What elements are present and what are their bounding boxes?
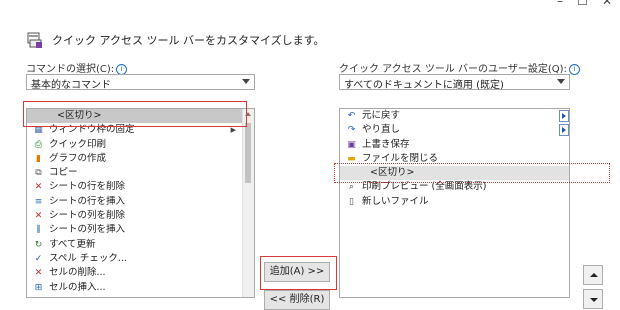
info-icon[interactable]: i [568, 64, 580, 75]
window-controls: – ☐ ✕ [557, 0, 620, 8]
delete-column-icon: ✕ [34, 211, 43, 222]
list-item[interactable]: ⊞ セルの挿入... [27, 281, 254, 295]
scrollbar[interactable] [242, 109, 254, 297]
list-item[interactable]: ↷ やり直し [340, 123, 569, 137]
list-item-label: スペル チェック... [49, 252, 127, 264]
chevron-right-icon[interactable] [559, 124, 569, 137]
list-item[interactable]: ⫼ シートの列を挿入 [27, 223, 254, 237]
list-item-label: クイック印刷 [49, 138, 107, 150]
list-item[interactable]: ≡ シートの行を挿入 [27, 195, 254, 209]
list-item-label: シートの行を削除 [49, 181, 126, 193]
customize-toolbar-icon [26, 31, 44, 49]
dropdown-value: すべてのドキュメントに適用 (既定) [344, 80, 504, 91]
refresh-all-icon: ↻ [34, 239, 43, 250]
chart-icon: ▮ [36, 153, 41, 164]
list-item[interactable]: ⎙ クイック印刷 [27, 138, 254, 152]
insert-row-icon: ≡ [34, 196, 43, 207]
spell-check-icon: ✓ [34, 253, 43, 264]
list-item-label: すべて更新 [49, 238, 96, 250]
highlight-box [23, 101, 247, 127]
list-item-label: 印刷プレビュー (全画面表示) [362, 181, 487, 193]
list-item-label: シートの列を削除 [49, 210, 126, 222]
list-item[interactable]: ▮ グラフの作成 [27, 152, 254, 166]
list-item[interactable]: ✓ スペル チェック... [27, 252, 254, 266]
list-item-label: 新しいファイル [362, 195, 429, 207]
list-item[interactable]: ▯ 新しいファイル [340, 195, 569, 209]
list-item[interactable]: ⧉ コピー [27, 166, 254, 180]
chevron-down-icon [557, 79, 565, 84]
toolbar-commands-list[interactable]: ↶ 元に戻す ↷ やり直し ▣ 上書き保存 ▬ ファイルを閉じる <区切り> ⌕ 印刷プレビュー (… [339, 108, 570, 298]
restore-icon[interactable]: ☐ [577, 0, 588, 8]
undo-icon: ↶ [347, 111, 356, 121]
list-item-label: やり直し [362, 124, 401, 136]
arrow-down-icon [590, 298, 598, 302]
delete-row-icon: ✕ [34, 182, 43, 193]
choose-commands-dropdown[interactable]: 基本的なコマンド [26, 74, 255, 91]
list-item[interactable]: ↻ すべて更新 [27, 238, 254, 252]
add-button[interactable]: 追加(A) >> [264, 262, 330, 282]
list-item-label: コピー [49, 167, 78, 179]
title-bar [0, 0, 620, 8]
list-item-label: シートの列を挿入 [49, 224, 126, 236]
list-item-label: グラフの作成 [49, 152, 107, 164]
close-icon[interactable]: ✕ [602, 0, 612, 8]
list-item-label: シートの行を挿入 [49, 195, 126, 207]
remove-button[interactable]: << 削除(R) [264, 290, 330, 310]
delete-cells-icon: ✕ [34, 268, 43, 279]
dropdown-value: 基本的なコマンド [31, 80, 111, 91]
save-icon: ▣ [347, 139, 356, 150]
chevron-down-icon [242, 79, 250, 84]
list-item[interactable]: ✕ シートの列を削除 [27, 209, 254, 223]
insert-column-icon: ⫼ [36, 225, 41, 236]
apply-scope-dropdown[interactable]: すべてのドキュメントに適用 (既定) [339, 74, 570, 91]
arrow-up-icon [590, 273, 598, 277]
minimize-icon[interactable]: – [557, 0, 563, 8]
list-item-label: 上書き保存 [362, 138, 410, 150]
customize-toolbar-label: クイック アクセス ツール バーのユーザー設定(Q): i [339, 60, 580, 75]
choose-commands-label: コマンドの選択(C): i [26, 60, 128, 75]
list-item[interactable]: ▣ 上書き保存 [340, 138, 569, 152]
move-down-button[interactable] [583, 289, 603, 309]
new-file-icon: ▯ [349, 196, 354, 207]
commands-list[interactable]: <区切り> ▦ ウィンドウ枠の固定 ▶ ⎙ クイック印刷 ▮ グラフの作成 ⧉ コピー ✕ シートの行… [26, 108, 255, 298]
list-item-label: セルの挿入... [49, 281, 106, 293]
list-item-label: 元に戻す [362, 110, 401, 121]
list-item-label: セルの削除... [49, 267, 106, 279]
quick-print-icon: ⎙ [34, 139, 43, 150]
move-up-button[interactable] [583, 265, 603, 285]
redo-icon: ↷ [347, 125, 356, 136]
page-title: クイック アクセス ツール バーをカスタマイズします。 [52, 34, 325, 47]
list-item[interactable]: ✕ セルの削除... [27, 266, 254, 280]
list-item[interactable]: ✕ シートの行を削除 [27, 180, 254, 194]
print-preview-icon: ⌕ [348, 182, 355, 193]
list-item[interactable]: ↶ 元に戻す [340, 109, 569, 123]
highlight-box [334, 163, 610, 183]
copy-icon: ⧉ [35, 168, 42, 179]
insert-cells-icon: ⊞ [34, 282, 43, 293]
chevron-right-icon[interactable] [559, 110, 569, 122]
scroll-thumb[interactable] [245, 123, 251, 183]
